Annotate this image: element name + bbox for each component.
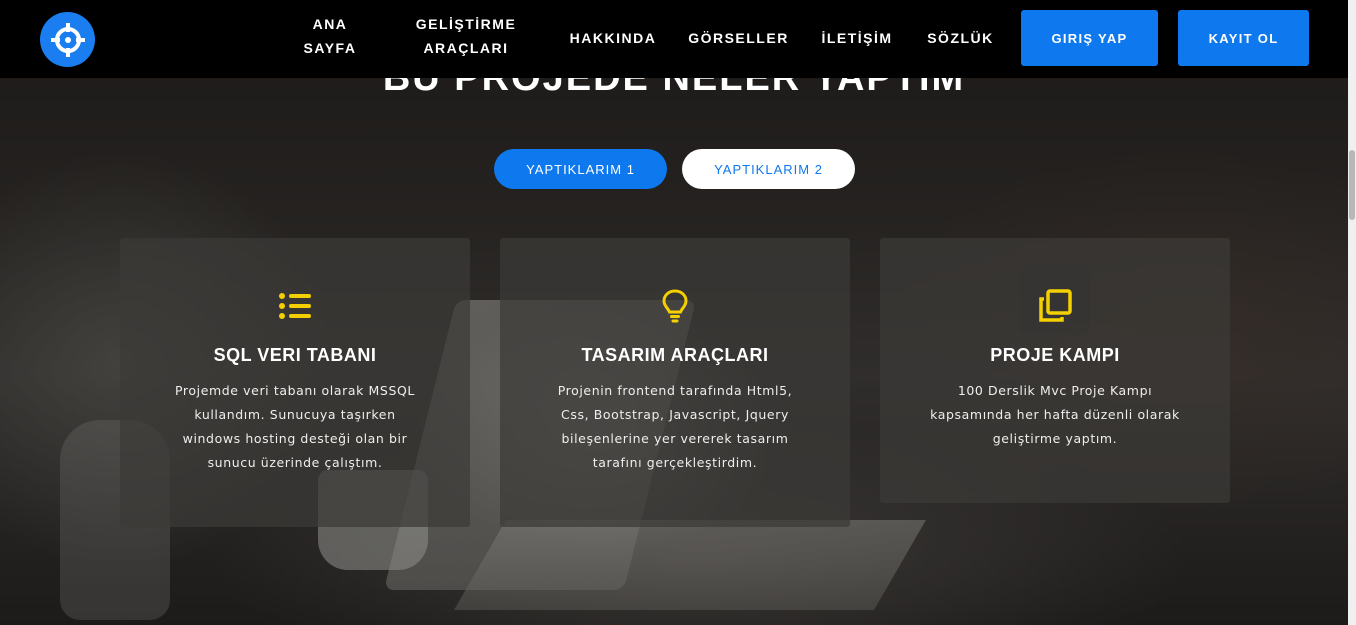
nav-item-gallery[interactable]: GÖRSELLER	[686, 26, 791, 50]
nav-item-home-line2: SAYFA	[303, 40, 357, 56]
nav-item-dev-tools[interactable]: GELİŞTİRME ARAÇLARI	[404, 12, 528, 60]
crosshair-icon	[50, 22, 85, 57]
card-title: TASARIM ARAÇLARI	[581, 345, 769, 365]
nav-item-dev-tools-line2: ARAÇLARI	[423, 40, 509, 56]
nav-item-dev-tools-line1: GELİŞTİRME	[415, 16, 517, 32]
card-title: PROJE KAMPI	[990, 345, 1120, 365]
scrollbar-thumb[interactable]	[1349, 150, 1355, 220]
nav-item-glossary[interactable]: SÖZLÜK	[923, 26, 998, 50]
card-description-line: tarafını gerçekleştirdim.	[592, 455, 758, 470]
nav-item-home[interactable]: ANA SAYFA	[300, 12, 360, 60]
nav-item-contact[interactable]: İLETİŞİM	[814, 26, 900, 50]
card-description-line: geliştirme yaptım.	[992, 431, 1118, 446]
card-description-line: bileşenlerine yer vererek tasarım	[561, 431, 789, 446]
card-design-tools: TASARIM ARAÇLARI Projenin frontend taraf…	[500, 238, 850, 527]
list-icon	[275, 288, 315, 324]
card-description-line: sunucu üzerinde çalıştım.	[207, 455, 383, 470]
register-button[interactable]: KAYIT OL	[1178, 10, 1309, 66]
card-sql-database: SQL VERI TABANI Projemde veri tabanı ola…	[120, 238, 470, 527]
copy-icon	[1035, 288, 1075, 324]
tab-yaptiklarim-1[interactable]: YAPTIKLARIM 1	[494, 149, 667, 189]
card-title: SQL VERI TABANI	[213, 345, 377, 365]
card-description-line: kapsamında her hafta düzenli olarak	[930, 407, 1180, 422]
card-description-line: Projemde veri tabanı olarak MSSQL	[174, 383, 415, 398]
logo[interactable]	[40, 12, 95, 67]
lightbulb-icon	[655, 288, 695, 324]
card-project-camp: PROJE KAMPI 100 Derslik Mvc Proje Kampı …	[880, 238, 1230, 503]
page-scrollbar[interactable]	[1348, 0, 1356, 625]
card-description-line: Projenin frontend tarafında Html5,	[557, 383, 793, 398]
card-description: 100 Derslik Mvc Proje Kampı kapsamında h…	[905, 379, 1205, 451]
navbar: ANA SAYFA GELİŞTİRME ARAÇLARI HAKKINDA G…	[0, 0, 1348, 78]
tab-yaptiklarim-2[interactable]: YAPTIKLARIM 2	[682, 149, 855, 189]
card-description-line: Css, Bootstrap, Javascript, Jquery	[561, 407, 789, 422]
card-description-line: kullandım. Sunucuya taşırken	[194, 407, 396, 422]
nav-item-home-line1: ANA	[312, 16, 348, 32]
nav-item-about[interactable]: HAKKINDA	[563, 26, 663, 50]
card-description: Projenin frontend tarafında Html5, Css, …	[525, 379, 825, 475]
login-button[interactable]: GIRIŞ YAP	[1021, 10, 1158, 66]
card-description: Projemde veri tabanı olarak MSSQL kullan…	[145, 379, 445, 475]
card-description-line: 100 Derslik Mvc Proje Kampı	[957, 383, 1153, 398]
card-description-line: windows hosting desteği olan bir	[182, 431, 408, 446]
